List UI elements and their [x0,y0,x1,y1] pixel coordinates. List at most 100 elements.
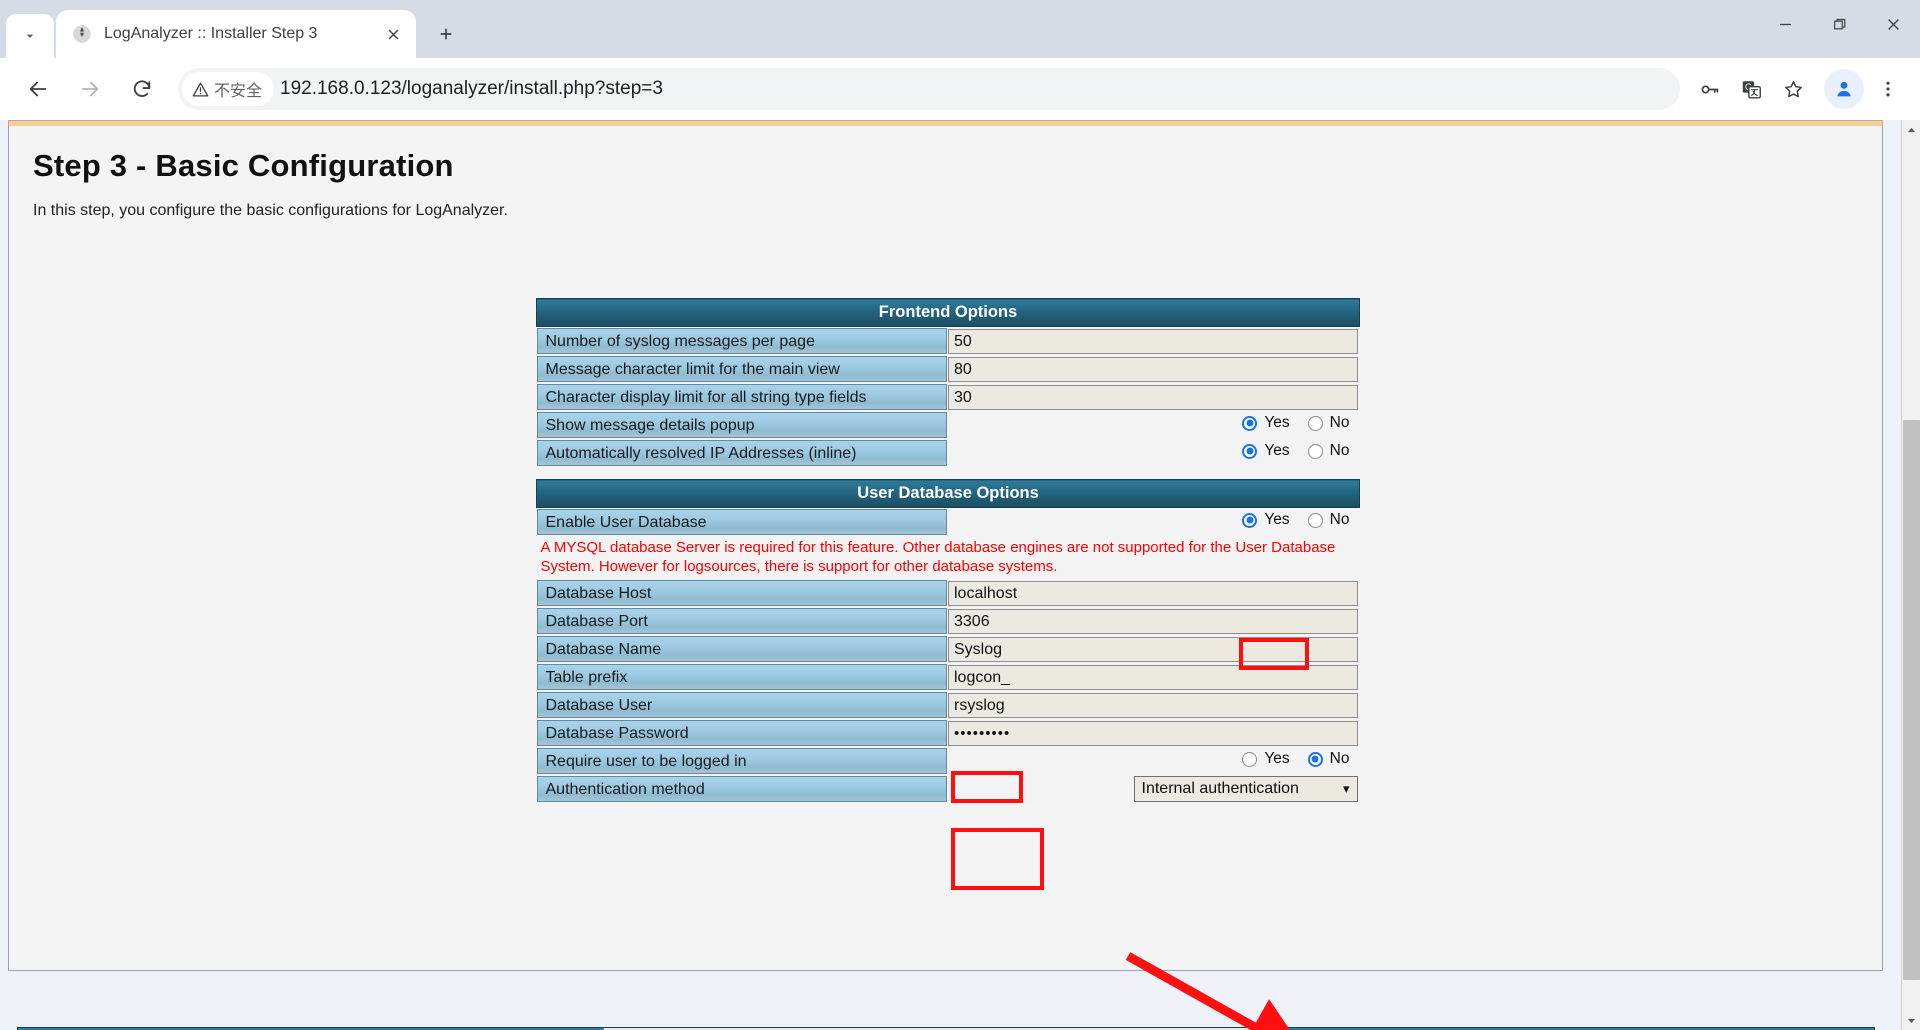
table-prefix-input[interactable]: logcon_ [948,664,1358,690]
translate-button[interactable]: G [1730,68,1772,110]
plus-icon [440,28,452,40]
resolve-ip-no-radio[interactable]: No [1307,442,1350,460]
page-viewport: Step 3 - Basic Configuration In this ste… [0,120,1920,1030]
three-dot-menu-icon [1886,81,1890,97]
new-tab-button[interactable] [426,14,466,54]
enable-user-database-yes-radio[interactable]: Yes [1242,511,1307,529]
radio-indicator [1307,443,1323,459]
profile-button[interactable] [1824,69,1864,109]
row-label: Database Port [536,608,947,634]
radio-label-no: No [1329,750,1350,768]
address-bar[interactable]: 不安全 192.168.0.123/loganalyzer/install.ph… [178,68,1680,110]
warning-row: A MYSQL database Server is required for … [536,536,1360,579]
enable-user-database-radio-group: Yes No [1242,511,1350,529]
row-label: Authentication method [536,776,947,802]
reload-button[interactable] [121,68,163,110]
minimize-button[interactable] [1758,0,1812,48]
mysql-warning-text: A MYSQL database Server is required for … [540,539,1336,575]
resolve-ip-radio-group: Yes No [1242,442,1350,460]
table-row: Authentication method Internal authentic… [536,775,1360,803]
table-row: Database User rsyslog [536,691,1360,719]
tab-title: LogAnalyzer :: Installer Step 3 [104,25,318,42]
table-row: Database Password ••••••••• [536,719,1360,747]
key-icon [1701,85,1718,93]
frontend-options-heading-row: Frontend Options [536,298,1360,327]
table-row: Database Host localhost [536,579,1360,607]
site-security-chip[interactable]: 不安全 [182,72,275,106]
star-icon [1784,80,1802,97]
database-user-input[interactable]: rsyslog [948,692,1358,718]
table-row: Table prefix logcon_ [536,663,1360,691]
show-popup-no-radio[interactable]: No [1307,414,1350,432]
radio-label-no: No [1329,442,1350,460]
radio-indicator [1307,751,1323,767]
url-text[interactable]: 192.168.0.123/loganalyzer/install.php?st… [280,78,663,100]
string-char-limit-input[interactable]: 30 [948,384,1358,410]
back-arrow-icon [29,81,47,97]
row-label: Show message details popup [536,412,947,438]
user-database-options-heading: User Database Options [536,479,1360,508]
bookmark-button[interactable] [1772,68,1814,110]
database-port-input[interactable]: 3306 [948,608,1358,634]
radio-label-no: No [1329,414,1350,432]
browser-toolbar: 不安全 192.168.0.123/loganalyzer/install.ph… [0,58,1920,120]
tab-search-button[interactable] [6,14,54,58]
enable-user-database-no-radio[interactable]: No [1307,511,1350,529]
require-login-no-radio[interactable]: No [1307,750,1350,768]
translate-icon: G [1742,80,1761,99]
table-row: Enable User Database Yes No [536,507,1360,536]
globe-icon [73,25,91,43]
show-popup-yes-radio[interactable]: Yes [1242,414,1307,432]
close-icon [388,29,398,39]
row-label: Database Password [536,720,947,746]
window-controls [1758,0,1920,48]
database-password-input[interactable]: ••••••••• [948,720,1358,746]
configuration-forms: Frontend Options Number of syslog messag… [536,298,1360,803]
frontend-options-table: Frontend Options Number of syslog messag… [536,298,1360,467]
user-database-heading-row: User Database Options [536,479,1360,508]
password-manager-button[interactable] [1688,68,1730,110]
radio-indicator [1307,512,1323,528]
message-char-limit-input[interactable]: 80 [948,356,1358,382]
forward-arrow-icon [81,81,99,97]
maximize-button[interactable] [1812,0,1866,48]
security-label: 不安全 [214,83,263,100]
table-row: Number of syslog messages per page 50 [536,326,1360,355]
scrollbar-thumb[interactable] [1903,420,1920,980]
tab-close-button[interactable] [380,21,406,47]
radio-label-yes: Yes [1264,750,1290,768]
row-label: Require user to be logged in [536,748,947,774]
chevron-down-icon: ▾ [1342,781,1350,796]
row-label: Table prefix [536,664,947,690]
tab-strip: LogAnalyzer :: Installer Step 3 [0,0,1920,58]
authentication-method-select[interactable]: Internal authentication ▾ [1133,776,1358,802]
row-label: Character display limit for all string t… [536,384,947,410]
radio-label-no: No [1329,511,1350,529]
back-button[interactable] [17,68,59,110]
radio-label-yes: Yes [1264,414,1290,432]
radio-indicator [1242,512,1258,528]
require-login-yes-radio[interactable]: Yes [1242,750,1307,768]
messages-per-page-input[interactable]: 50 [948,328,1358,354]
table-row: Character display limit for all string t… [536,383,1360,411]
show-popup-radio-group: Yes No [1242,414,1350,432]
table-row: Message character limit for the main vie… [536,355,1360,383]
row-label: Database Name [536,636,947,662]
reload-icon [133,80,151,97]
require-login-radio-group: Yes No [1242,750,1350,768]
browser-menu-button[interactable] [1868,68,1908,110]
database-name-input[interactable]: Syslog [948,636,1358,662]
row-label: Database Host [536,580,947,606]
scroll-down-button[interactable] [1902,1011,1920,1030]
forward-button[interactable] [69,68,111,110]
minimize-icon [1779,23,1791,25]
database-host-input[interactable]: localhost [948,580,1358,606]
scroll-up-button[interactable] [1902,120,1920,139]
resolve-ip-yes-radio[interactable]: Yes [1242,442,1307,460]
window-close-button[interactable] [1866,0,1920,48]
browser-tab[interactable]: LogAnalyzer :: Installer Step 3 [56,10,416,58]
row-label: Database User [536,692,947,718]
authentication-method-value: Internal authentication [1141,780,1299,797]
page-scrollbar[interactable] [1901,120,1920,1030]
radio-indicator [1242,415,1258,431]
